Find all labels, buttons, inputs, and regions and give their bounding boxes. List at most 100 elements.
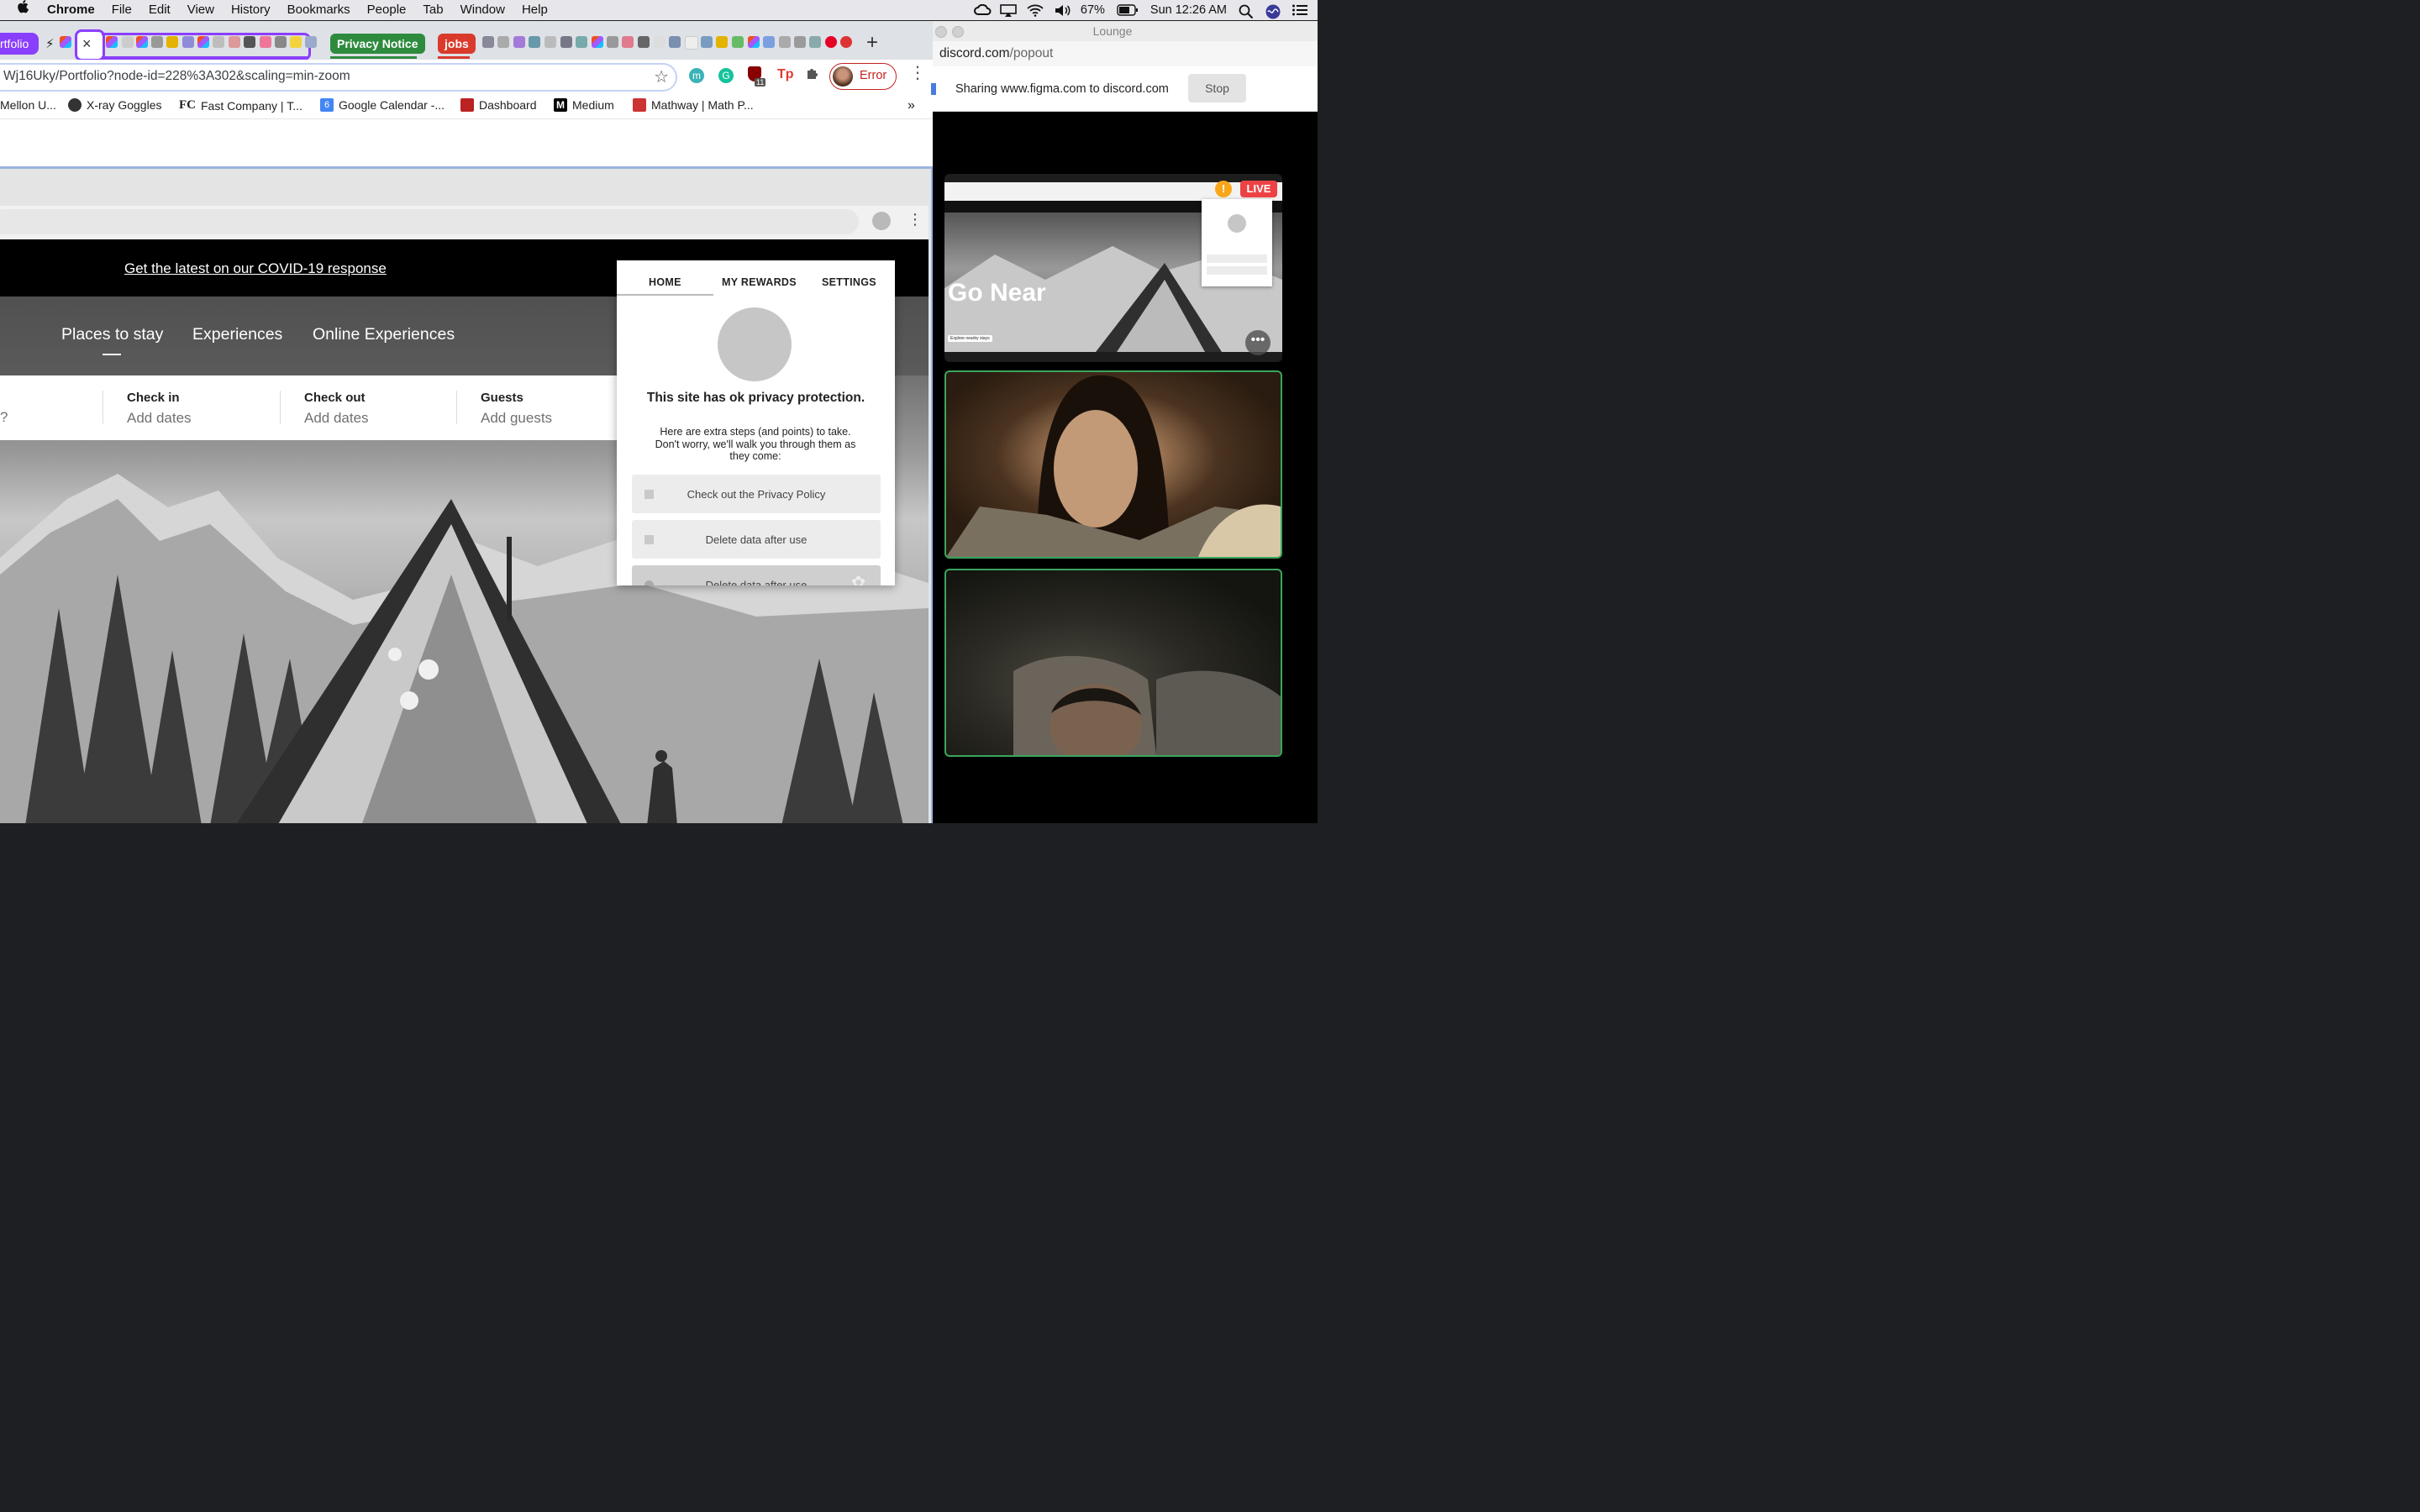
menu-edit[interactable]: Edit [140, 0, 179, 20]
tab-favicon-icon[interactable] [290, 36, 302, 48]
stop-sharing-button[interactable]: Stop [1188, 74, 1246, 102]
tab-favicon-icon[interactable] [513, 36, 525, 48]
bookmark-dashboard[interactable]: Dashboard [460, 98, 537, 112]
tab-favicon-icon[interactable] [669, 36, 681, 48]
tab-favicon-icon[interactable] [529, 36, 540, 48]
profile-error-button[interactable]: Error [829, 63, 897, 90]
tab-favicon-icon[interactable] [544, 36, 556, 48]
airplay-icon[interactable] [1000, 4, 1017, 17]
bookmark-google-calendar[interactable]: 6 Google Calendar -... [320, 98, 445, 112]
tab-favicon-icon[interactable] [716, 36, 728, 48]
extension-m-icon[interactable]: m [689, 68, 704, 83]
tab-settings[interactable]: SETTINGS [822, 276, 876, 288]
figma-icon[interactable] [106, 36, 118, 48]
guests-field[interactable]: Guests Add guests [481, 391, 552, 427]
tab-favicon-icon[interactable] [638, 36, 650, 48]
tab-favicon-icon[interactable] [794, 36, 806, 48]
tab-favicon-icon[interactable] [840, 36, 852, 48]
menu-tab[interactable]: Tab [414, 0, 451, 20]
menu-help[interactable]: Help [513, 0, 556, 20]
bookmark-cmu[interactable]: Mellon U... [0, 98, 56, 112]
tab-favicon-icon[interactable] [166, 36, 178, 48]
stream-preview[interactable]: Go Near Explore nearby stays ! LIVE ••• [944, 174, 1282, 362]
menu-view[interactable]: View [179, 0, 223, 20]
tab-favicon-icon[interactable] [305, 36, 317, 48]
tab-favicon-icon[interactable] [779, 36, 791, 48]
location-field[interactable]: ? [0, 409, 8, 426]
tab-favicon-icon[interactable] [607, 36, 618, 48]
tab-favicon-icon[interactable] [482, 36, 494, 48]
extensions-puzzle-icon[interactable] [805, 66, 820, 86]
warning-icon[interactable]: ! [1215, 181, 1232, 197]
menu-history[interactable]: History [223, 0, 279, 20]
nav-experiences[interactable]: Experiences [192, 325, 282, 344]
tab-favicon-icon[interactable] [244, 36, 255, 48]
address-bar-text[interactable]: Wj16Uky/Portfolio?node-id=228%3A302&scal… [3, 69, 350, 84]
extension-tp-icon[interactable]: Tp [777, 67, 794, 82]
figma-icon[interactable] [197, 36, 209, 48]
close-tab-icon[interactable]: × [82, 35, 92, 53]
bookmark-xray-goggles[interactable]: X-ray Goggles [68, 98, 161, 112]
figma-icon[interactable] [136, 36, 148, 48]
menu-window[interactable]: Window [452, 0, 513, 20]
bookmark-mathway[interactable]: Mathway | Math P... [633, 98, 754, 112]
checkin-field[interactable]: Check in Add dates [127, 391, 192, 427]
figma-icon[interactable] [592, 36, 603, 48]
tab-favicon-icon[interactable] [622, 36, 634, 48]
volume-icon[interactable] [1054, 4, 1071, 16]
tab-portfolio[interactable]: rtfolio [0, 33, 39, 55]
checkout-field[interactable]: Check out Add dates [304, 391, 369, 427]
tab-group-privacy-notice[interactable]: Privacy Notice [330, 34, 425, 54]
figma-icon[interactable] [60, 36, 71, 48]
menu-people[interactable]: People [359, 0, 415, 20]
tab-favicon-icon[interactable] [560, 36, 572, 48]
bookmark-medium[interactable]: M Medium [554, 98, 614, 112]
tab-favicon-icon[interactable] [213, 36, 224, 48]
participant-video-2[interactable] [944, 569, 1282, 757]
new-tab-button[interactable]: + [866, 31, 878, 55]
tab-active[interactable]: × [75, 29, 105, 61]
task-delete-data-2[interactable]: Delete data after use ✿ [632, 565, 881, 585]
lightning-icon[interactable]: ⚡ [45, 36, 55, 51]
task-privacy-policy[interactable]: Check out the Privacy Policy [632, 475, 881, 513]
menu-app-name[interactable]: Chrome [39, 0, 103, 20]
tab-favicon-icon[interactable] [229, 36, 240, 48]
tab-favicon-icon[interactable] [809, 36, 821, 48]
tab-favicon-icon[interactable] [275, 36, 287, 48]
tab-favicon-icon[interactable] [260, 36, 271, 48]
tab-group-jobs[interactable]: jobs [438, 34, 476, 54]
spotlight-search-icon[interactable] [1239, 4, 1254, 19]
nav-places-to-stay[interactable]: Places to stay [61, 325, 163, 344]
tab-favicon-icon[interactable] [654, 36, 666, 48]
doc-icon[interactable] [122, 36, 134, 48]
chrome-menu-icon[interactable]: ⋮ [909, 65, 926, 81]
bookmark-star-icon[interactable]: ☆ [654, 66, 669, 87]
task-delete-data[interactable]: Delete data after use [632, 520, 881, 559]
tab-home[interactable]: HOME [649, 276, 681, 288]
tab-favicon-icon[interactable] [497, 36, 509, 48]
nav-online-experiences[interactable]: Online Experiences [313, 325, 455, 344]
bookmark-fast-company[interactable]: FC Fast Company | T... [179, 98, 302, 113]
tab-my-rewards[interactable]: MY REWARDS [722, 276, 797, 288]
battery-icon[interactable] [1117, 4, 1139, 16]
notification-center-icon[interactable] [1292, 4, 1307, 16]
tab-favicon-icon[interactable] [576, 36, 587, 48]
menu-bookmarks[interactable]: Bookmarks [279, 0, 359, 20]
wifi-icon[interactable] [1027, 4, 1044, 17]
apple-icon[interactable] [0, 0, 39, 21]
tab-favicon-icon[interactable] [701, 36, 713, 48]
menu-file[interactable]: File [103, 0, 140, 20]
figma-icon[interactable] [748, 36, 760, 48]
tab-favicon-icon[interactable] [182, 36, 194, 48]
tab-favicon-icon[interactable] [763, 36, 775, 48]
covid-response-link[interactable]: Get the latest on our COVID-19 response [124, 260, 387, 277]
google-icon[interactable] [685, 36, 698, 50]
bookmarks-overflow-button[interactable]: » [908, 98, 915, 113]
menubar-clock[interactable]: Sun 12:26 AM [1150, 3, 1227, 17]
tab-favicon-icon[interactable] [732, 36, 744, 48]
creative-cloud-icon[interactable] [973, 3, 992, 16]
siri-icon[interactable] [1265, 4, 1281, 19]
grammarly-icon[interactable]: G [718, 68, 734, 83]
pinterest-icon[interactable] [825, 36, 837, 48]
stream-more-options-icon[interactable]: ••• [1245, 330, 1270, 355]
